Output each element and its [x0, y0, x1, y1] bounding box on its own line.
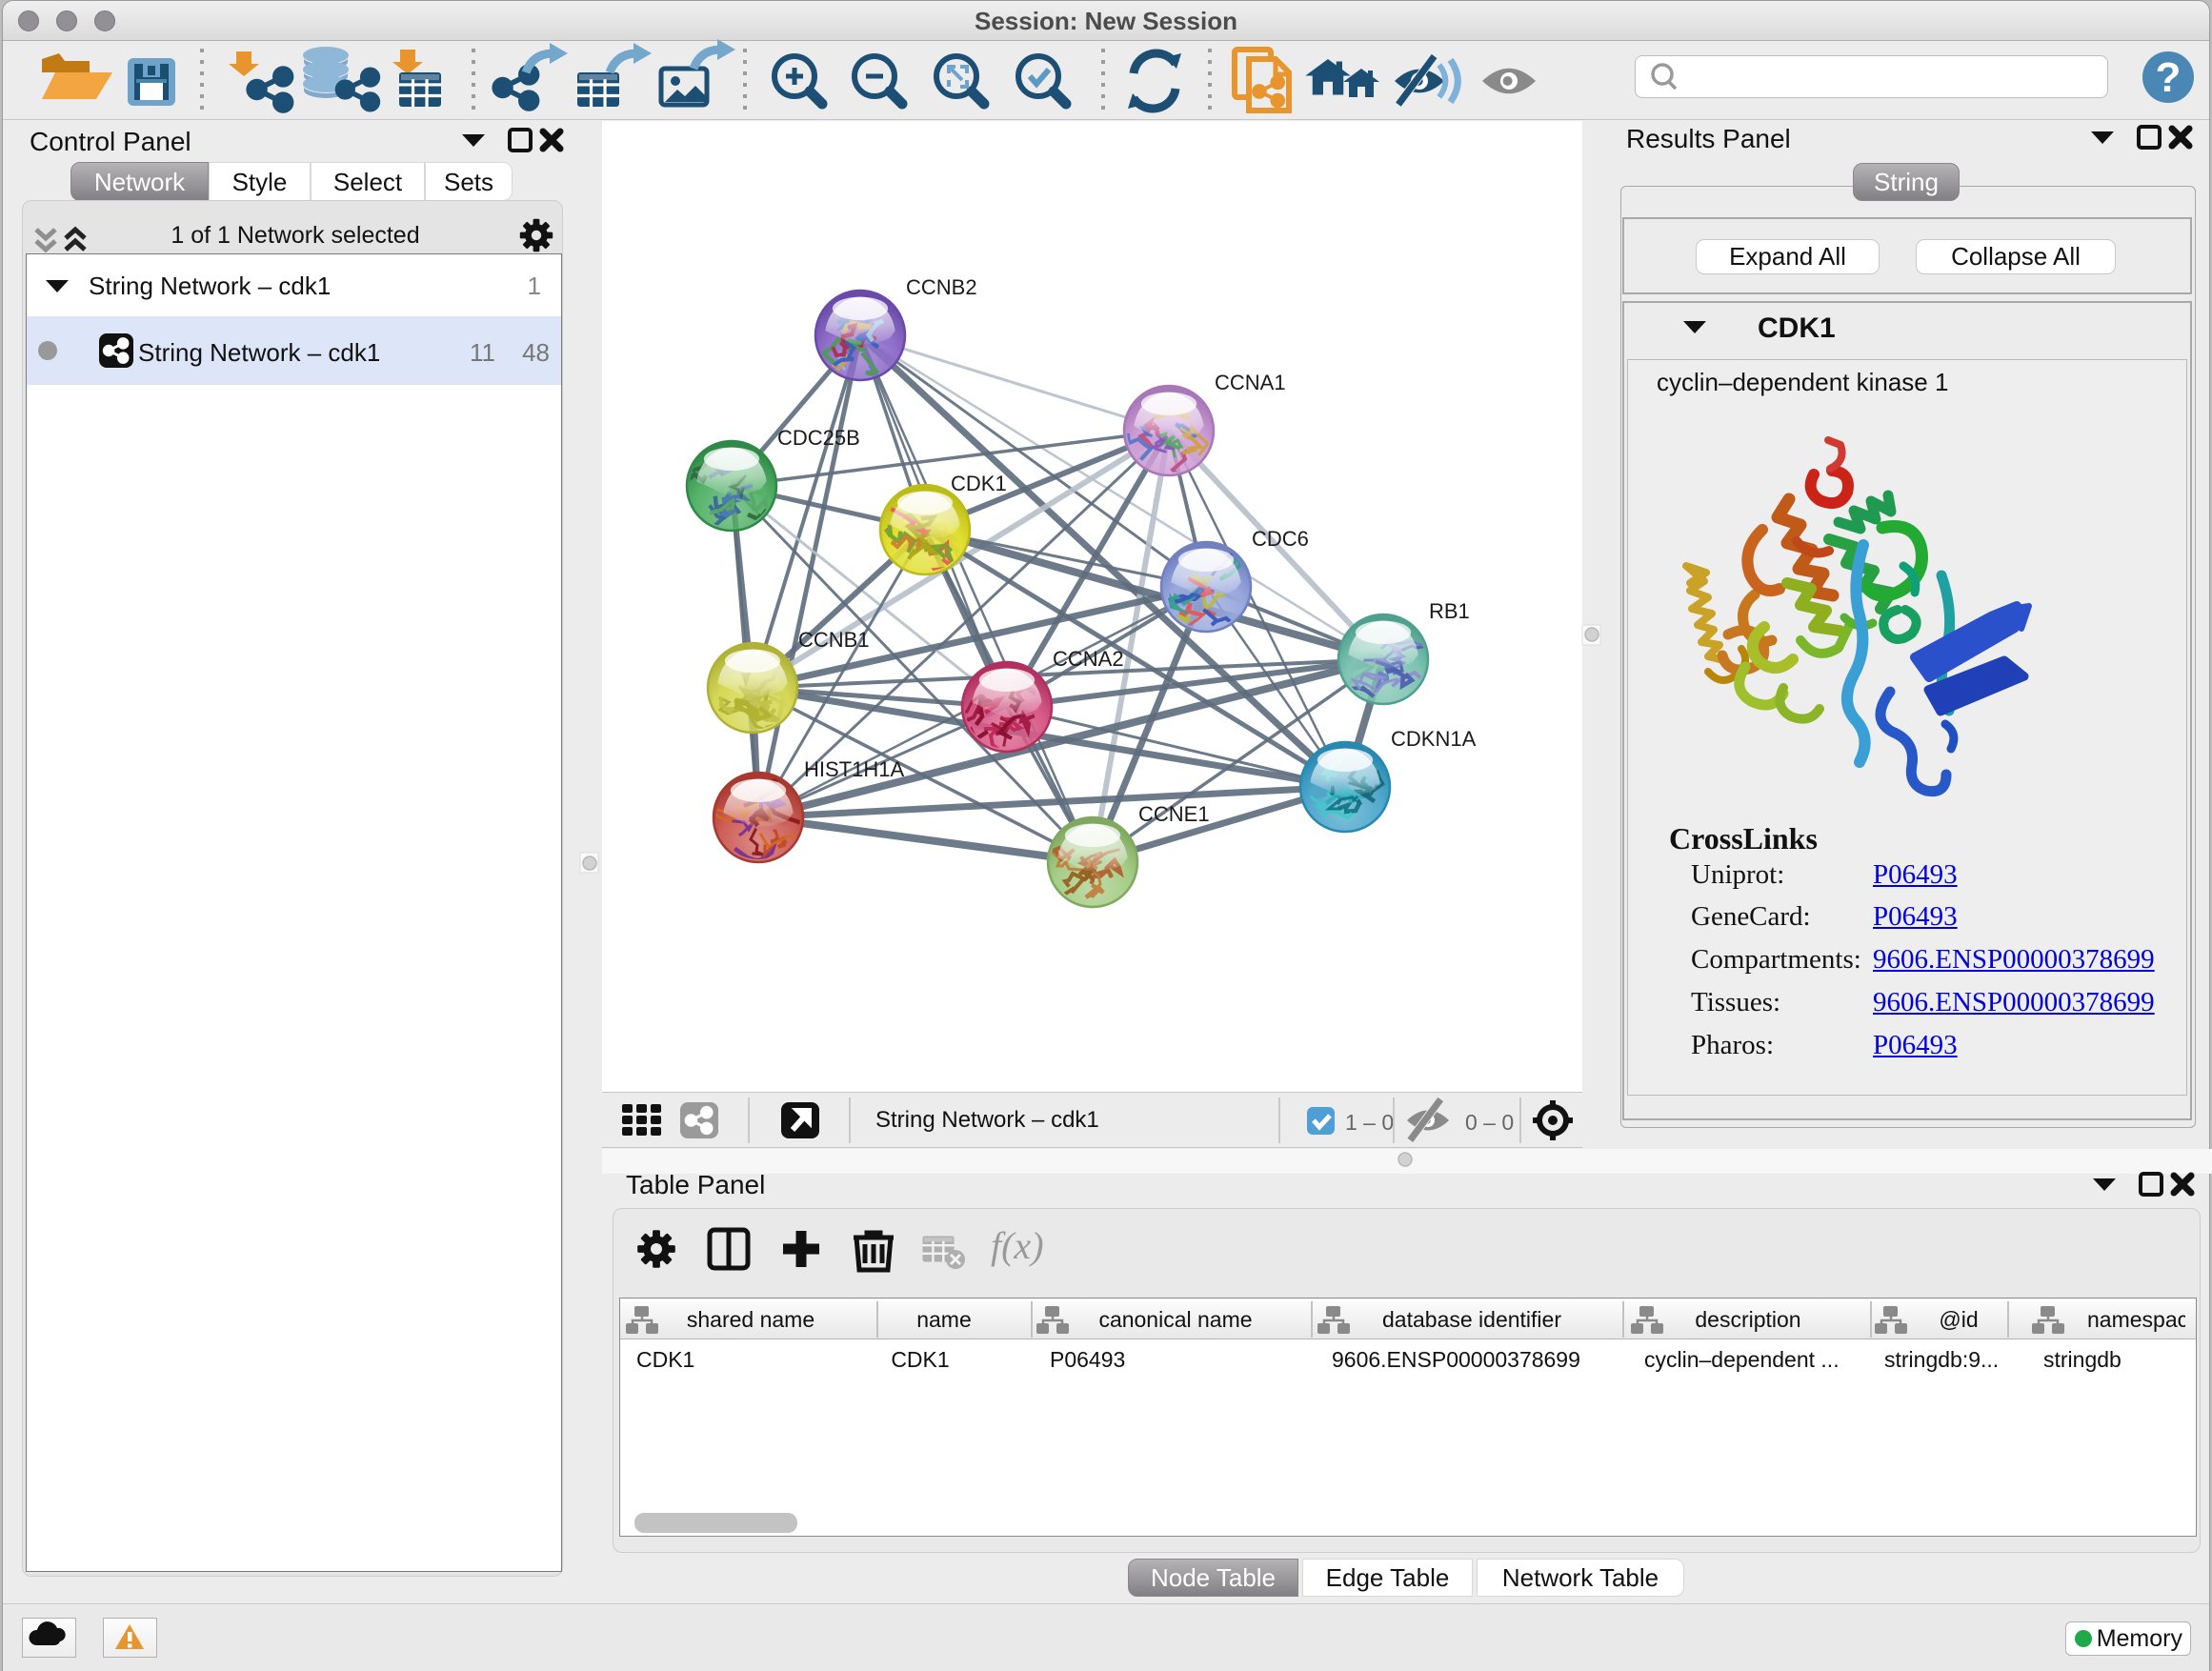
svg-text:CDK1: CDK1 [951, 472, 1007, 495]
svg-text:RB1: RB1 [1429, 599, 1470, 623]
svg-text:CCNB2: CCNB2 [906, 275, 977, 299]
svg-text:HIST1H1A: HIST1H1A [804, 757, 904, 781]
svg-text:CCNA2: CCNA2 [1053, 647, 1124, 671]
svg-text:CDC25B: CDC25B [777, 426, 860, 450]
svg-text:CDC6: CDC6 [1252, 527, 1309, 551]
svg-text:CCNA1: CCNA1 [1215, 371, 1286, 394]
svg-text:CCNB1: CCNB1 [798, 628, 870, 652]
svg-text:CDKN1A: CDKN1A [1391, 727, 1477, 751]
svg-text:CCNE1: CCNE1 [1138, 802, 1210, 826]
